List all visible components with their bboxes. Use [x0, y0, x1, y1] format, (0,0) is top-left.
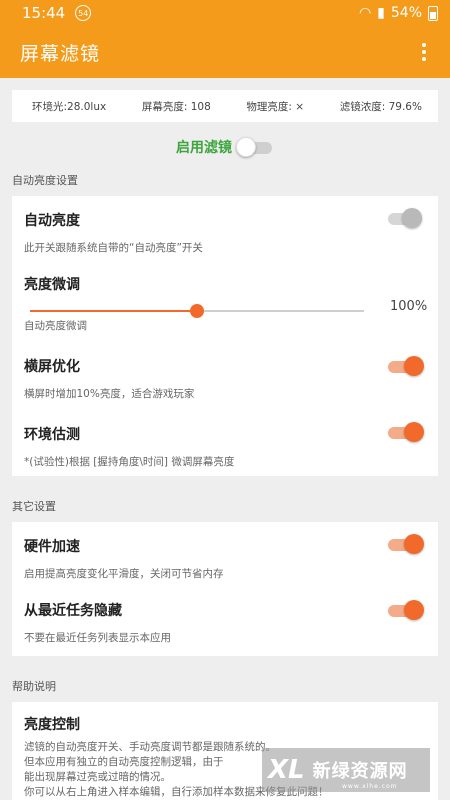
battery-icon	[428, 5, 438, 21]
hide-recent-label: 从最近任务隐藏	[24, 603, 122, 619]
physical-brightness-readout: 物理亮度: ×	[246, 100, 305, 113]
hide-recent-row[interactable]: 从最近任务隐藏 不要在最近任务列表显示本应用	[24, 600, 438, 645]
ambient-light-readout: 环境光:28.0lux	[32, 100, 107, 113]
fine-tune-row: 亮度微调	[24, 274, 438, 294]
status-bar: 15:44 54 ◠ ▮ 54%	[0, 0, 450, 26]
watermark-logo: XL	[268, 755, 305, 785]
app-title: 屏幕滤镜	[20, 42, 101, 65]
auto-brightness-switch[interactable]	[388, 208, 424, 228]
hw-accel-label: 硬件加速	[24, 539, 80, 555]
section-title-other: 其它设置	[12, 500, 56, 513]
watermark-text: 新绿资源网	[312, 761, 408, 782]
status-time: 15:44	[22, 4, 66, 22]
brightness-control-label: 亮度控制	[24, 717, 80, 733]
battery-percent: 54%	[390, 5, 422, 21]
env-estimate-label: 环境估测	[24, 427, 80, 443]
other-settings-card: 硬件加速 启用提高亮度变化平滑度，关闭可节省内存 从最近任务隐藏 不要在最近任务…	[12, 522, 438, 656]
landscape-switch[interactable]	[388, 356, 424, 376]
hw-accel-desc: 启用提高亮度变化平滑度，关闭可节省内存	[24, 568, 224, 580]
more-options-icon[interactable]	[414, 40, 434, 64]
hw-accel-switch[interactable]	[388, 534, 424, 554]
hw-accel-row[interactable]: 硬件加速 启用提高亮度变化平滑度，关闭可节省内存	[24, 536, 438, 581]
fine-tune-label: 亮度微调	[24, 277, 80, 293]
section-title-help: 帮助说明	[12, 680, 56, 693]
fine-tune-desc-row: 自动亮度微调	[24, 318, 438, 333]
auto-settings-card: 自动亮度 此开关跟随系统自带的“自动亮度”开关 亮度微调 自动亮度微调 横屏优化…	[12, 196, 438, 476]
site-watermark: XL 新绿资源网 www.xlhe.com	[262, 748, 430, 792]
env-estimate-desc: *(试验性)根据 [握持角度\时间] 微调屏幕亮度	[24, 456, 235, 468]
hide-recent-desc: 不要在最近任务列表显示本应用	[24, 632, 171, 644]
watermark-url: www.xlhe.com	[342, 783, 398, 790]
info-card: 环境光:28.0lux 屏幕亮度: 108 物理亮度: × 滤镜浓度: 79.6…	[12, 90, 438, 122]
enable-filter-switch[interactable]	[236, 137, 274, 157]
notification-badge: 54	[75, 5, 92, 21]
filter-density-readout: 滤镜浓度: 79.6%	[339, 100, 422, 113]
landscape-label: 横屏优化	[24, 359, 80, 375]
landscape-row[interactable]: 横屏优化 横屏时增加10%亮度，适合游戏玩家	[24, 356, 438, 401]
env-estimate-switch[interactable]	[388, 422, 424, 442]
enable-filter-row: 启用滤镜	[0, 136, 450, 158]
landscape-desc: 横屏时增加10%亮度，适合游戏玩家	[24, 388, 195, 400]
fine-tune-desc: 自动亮度微调	[24, 320, 87, 332]
app-bar: 屏幕滤镜	[0, 26, 450, 78]
wifi-icon: ◠	[358, 5, 372, 21]
hide-recent-switch[interactable]	[388, 600, 424, 620]
env-estimate-row[interactable]: 环境估测 *(试验性)根据 [握持角度\时间] 微调屏幕亮度	[24, 424, 438, 469]
fine-tune-value: 100%	[390, 299, 428, 314]
screen-brightness-readout: 屏幕亮度: 108	[141, 100, 211, 113]
fine-tune-slider[interactable]	[30, 304, 364, 318]
signal-icon: ▮	[377, 5, 385, 21]
section-title-auto: 自动亮度设置	[12, 174, 78, 187]
enable-filter-label: 启用滤镜	[176, 140, 232, 156]
status-icons: ◠ ▮ 54%	[359, 5, 438, 21]
fine-tune-slider-thumb[interactable]	[190, 304, 204, 318]
auto-brightness-label: 自动亮度	[24, 213, 80, 229]
auto-brightness-desc: 此开关跟随系统自带的“自动亮度”开关	[24, 242, 203, 254]
auto-brightness-row[interactable]: 自动亮度 此开关跟随系统自带的“自动亮度”开关	[24, 210, 438, 255]
